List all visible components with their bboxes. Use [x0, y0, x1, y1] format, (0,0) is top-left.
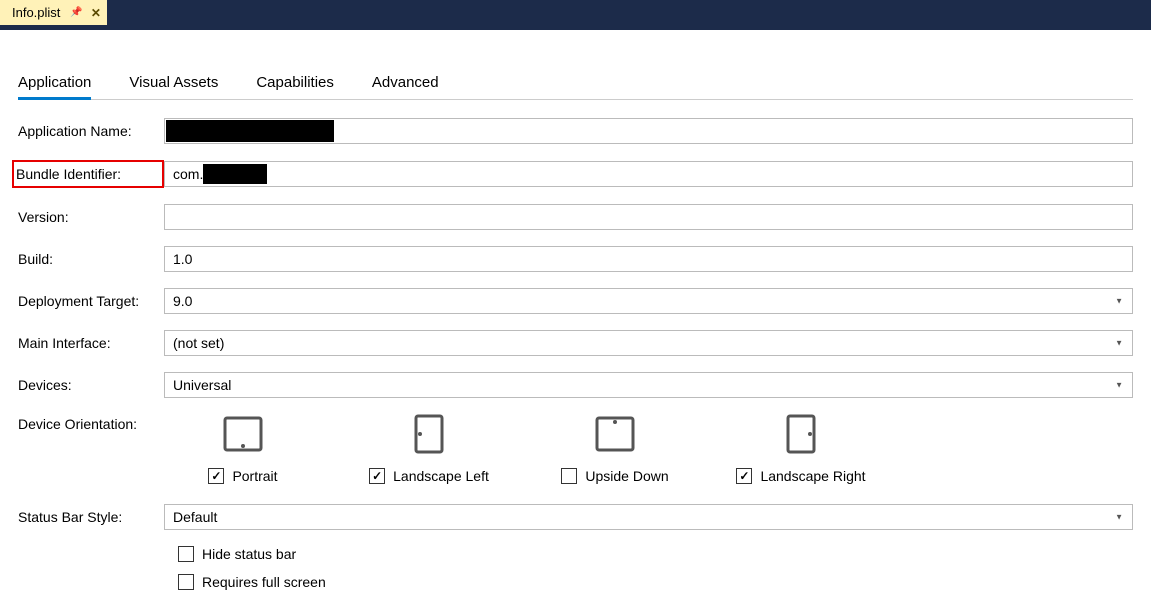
checkbox-requires-full-screen[interactable]: [178, 574, 194, 590]
document-tab-title: Info.plist: [12, 5, 60, 20]
orientation-upside-down-label: Upside Down: [585, 468, 668, 484]
input-version[interactable]: [164, 204, 1133, 230]
document-tab[interactable]: Info.plist 📌 ✕: [0, 0, 107, 25]
title-bar: Info.plist 📌 ✕: [0, 0, 1151, 25]
input-build[interactable]: [164, 246, 1133, 272]
tab-visual-assets[interactable]: Visual Assets: [129, 68, 218, 99]
tab-capabilities[interactable]: Capabilities: [256, 68, 334, 99]
upside-down-icon: [591, 414, 639, 454]
select-status-bar-style[interactable]: [164, 504, 1133, 530]
orientation-upside-down[interactable]: Upside Down: [550, 414, 680, 484]
checkbox-landscape-left[interactable]: [369, 468, 385, 484]
orientation-landscape-right-label: Landscape Right: [760, 468, 865, 484]
landscape-left-icon: [405, 414, 453, 454]
section-tabs: Application Visual Assets Capabilities A…: [18, 68, 1133, 100]
landscape-right-icon: [777, 414, 825, 454]
label-version: Version:: [18, 209, 164, 225]
redacted-block: [203, 164, 267, 184]
orientation-portrait[interactable]: Portrait: [178, 414, 308, 484]
label-deployment: Deployment Target:: [18, 293, 164, 309]
orientation-landscape-left[interactable]: Landscape Left: [364, 414, 494, 484]
label-build: Build:: [18, 251, 164, 267]
label-requires-full-screen: Requires full screen: [202, 574, 326, 590]
orientation-landscape-left-label: Landscape Left: [393, 468, 489, 484]
checkbox-upside-down[interactable]: [561, 468, 577, 484]
checkbox-portrait[interactable]: [208, 468, 224, 484]
label-main-interface: Main Interface:: [18, 335, 164, 351]
tab-advanced[interactable]: Advanced: [372, 68, 439, 99]
input-bundle-id[interactable]: com.: [164, 161, 1133, 187]
orientation-landscape-right[interactable]: Landscape Right: [736, 414, 866, 484]
label-orientation: Device Orientation:: [18, 414, 164, 432]
label-status-bar: Status Bar Style:: [18, 509, 164, 525]
close-icon[interactable]: ✕: [91, 6, 101, 20]
bundle-id-prefix: com.: [173, 166, 203, 182]
label-app-name: Application Name:: [18, 123, 164, 139]
tab-application[interactable]: Application: [18, 68, 91, 100]
label-devices: Devices:: [18, 377, 164, 393]
checkbox-landscape-right[interactable]: [736, 468, 752, 484]
pin-icon[interactable]: 📌: [70, 7, 82, 18]
label-hide-status-bar: Hide status bar: [202, 546, 296, 562]
checkbox-hide-status-bar[interactable]: [178, 546, 194, 562]
select-main-interface[interactable]: [164, 330, 1133, 356]
select-deployment-target[interactable]: [164, 288, 1133, 314]
label-bundle-id: Bundle Identifier:: [12, 160, 164, 188]
redacted-block: [166, 120, 334, 142]
select-devices[interactable]: [164, 372, 1133, 398]
portrait-icon: [219, 414, 267, 454]
orientation-portrait-label: Portrait: [232, 468, 277, 484]
